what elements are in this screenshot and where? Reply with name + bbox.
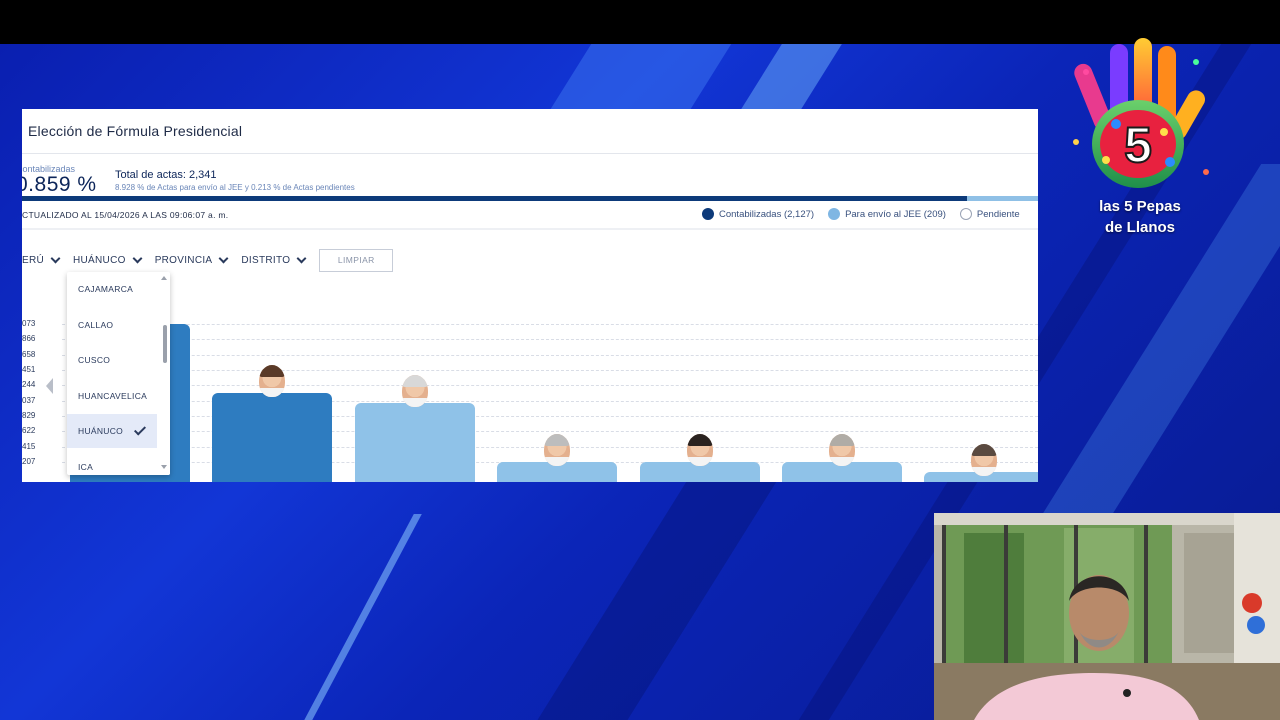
scrollbar[interactable]	[160, 272, 170, 475]
background-streak	[286, 514, 422, 720]
chart-bar[interactable]	[354, 403, 475, 482]
legend-item-pending: Pendiente	[959, 208, 1020, 220]
gridline	[62, 370, 1038, 371]
hair	[829, 433, 855, 446]
total-actas: Total de actas: 2,341	[115, 169, 217, 181]
scroll-up-icon[interactable]	[161, 276, 167, 280]
legend-dot-icon	[959, 208, 972, 220]
hair	[401, 375, 428, 388]
y-tick-label: 415	[22, 441, 36, 451]
y-tick-label: 829	[22, 411, 36, 420]
chevron-down-icon	[296, 253, 307, 263]
scroll-down-icon[interactable]	[161, 465, 167, 469]
filter-label: HUÁNUCO	[73, 254, 126, 266]
region-dropdown: CAJAMARCA CALLAO CUSCO HUANCAVELICA HUÁNUCO I…	[67, 272, 170, 475]
clear-button[interactable]: LIMPIAR	[319, 248, 394, 272]
page-title: Elección de Fórmula Presidencial	[28, 123, 243, 139]
hair	[544, 433, 571, 446]
candidate-photo	[259, 364, 286, 397]
brand-line: de Llanos	[1104, 219, 1175, 236]
y-tick-label: 207	[22, 457, 36, 466]
brand-line: las 5 Pepas	[1099, 198, 1181, 215]
shirt	[829, 456, 855, 466]
gridline	[62, 385, 1038, 387]
dropdown-item-label: ICA	[78, 461, 94, 472]
chevron-down-icon	[132, 253, 143, 263]
logo-number: 5	[1124, 117, 1152, 173]
shirt	[971, 467, 998, 477]
brand-name: las 5 Pepas de Llanos	[1076, 196, 1204, 238]
gridline	[62, 354, 1038, 356]
dropdown-item[interactable]: HUÁNUCO	[67, 414, 157, 448]
legend-label: Contabilizadas (2,127)	[719, 208, 815, 220]
progress-fill	[22, 196, 967, 201]
updated-timestamp: CTUALIZADO AL 15/04/2026 A LAS 09:06:07 …	[22, 210, 229, 220]
chart-legend: Contabilizadas (2,127) Para envío al JEE…	[702, 208, 1020, 220]
filter-district[interactable]: DISTRITO	[241, 253, 307, 266]
candidate-photo	[829, 433, 855, 466]
filter-label: PROVINCIA	[154, 254, 213, 266]
legend-dot-icon	[828, 208, 841, 220]
dropdown-item-label: CUSCO	[78, 355, 111, 365]
dropdown-item-label: HUANCAVELICA	[78, 390, 148, 401]
divider	[22, 153, 1038, 154]
y-tick-label: 866	[22, 334, 36, 344]
scroll-thumb[interactable]	[163, 325, 167, 363]
candidate-photo	[971, 444, 998, 477]
shirt	[259, 387, 286, 397]
y-tick-label: 622	[22, 426, 36, 436]
filter-region[interactable]: HUÁNUCO	[73, 253, 143, 266]
dropdown-item-label: CAJAMARCA	[78, 284, 134, 294]
chart-bar[interactable]	[212, 392, 333, 482]
dropdown-item[interactable]: ICA	[67, 450, 157, 476]
filter-label: ERÚ	[22, 254, 45, 266]
y-tick-label: 073	[22, 319, 36, 328]
dropdown-item[interactable]: CALLAO	[67, 308, 157, 342]
filter-bar: ERÚ HUÁNUCO PROVINCIA DISTRITO LIMPIAR	[22, 248, 394, 272]
results-panel: Elección de Fórmula Presidencial contabi…	[22, 109, 1038, 482]
legend-item-jee: Para envío al JEE (209)	[828, 208, 946, 220]
y-tick-label: 658	[22, 349, 36, 359]
legend-item-counted: Contabilizadas (2,127)	[702, 208, 814, 220]
divider	[22, 228, 1038, 230]
dropdown-item-label: HUÁNUCO	[78, 426, 124, 436]
check-icon	[134, 422, 147, 436]
chevron-down-icon	[50, 253, 61, 263]
filter-label: DISTRITO	[241, 254, 291, 266]
legend-label: Pendiente	[976, 208, 1020, 220]
y-tick-label: 451	[22, 365, 36, 374]
candidate-photo	[544, 433, 571, 466]
hair	[686, 433, 713, 446]
dropdown-item-label: CALLAO	[78, 319, 114, 330]
chevron-left-icon[interactable]	[46, 378, 53, 394]
filter-country[interactable]: ERÚ	[22, 253, 61, 266]
chevron-down-icon	[218, 253, 229, 263]
gridline	[62, 431, 1038, 433]
actas-detail: 8.928 % de Actas para envío al JEE y 0.2…	[115, 183, 355, 192]
shirt	[686, 456, 713, 466]
progress-bar	[22, 196, 1038, 201]
legend-dot-icon	[702, 208, 714, 220]
gridline	[62, 416, 1038, 417]
gridline	[62, 339, 1038, 341]
legend-label: Para envío al JEE (209)	[845, 208, 946, 220]
shirt	[544, 456, 571, 466]
shirt	[401, 398, 428, 408]
gridline	[62, 324, 1038, 325]
y-tick-label: 244	[22, 380, 36, 390]
dropdown-item[interactable]: CUSCO	[67, 343, 157, 377]
candidate-photo	[401, 375, 428, 408]
y-tick-label: 037	[22, 395, 36, 405]
dropdown-item[interactable]: HUANCAVELICA	[67, 379, 157, 413]
hair	[971, 444, 998, 457]
webcam-feed	[934, 513, 1280, 720]
filter-province[interactable]: PROVINCIA	[154, 253, 229, 266]
background-streak	[528, 474, 782, 720]
candidate-photo	[686, 433, 713, 466]
counted-percent: 0.859 %	[22, 173, 97, 196]
dropdown-item[interactable]: CAJAMARCA	[67, 272, 157, 306]
gridline	[62, 400, 1038, 402]
hair	[259, 364, 286, 377]
